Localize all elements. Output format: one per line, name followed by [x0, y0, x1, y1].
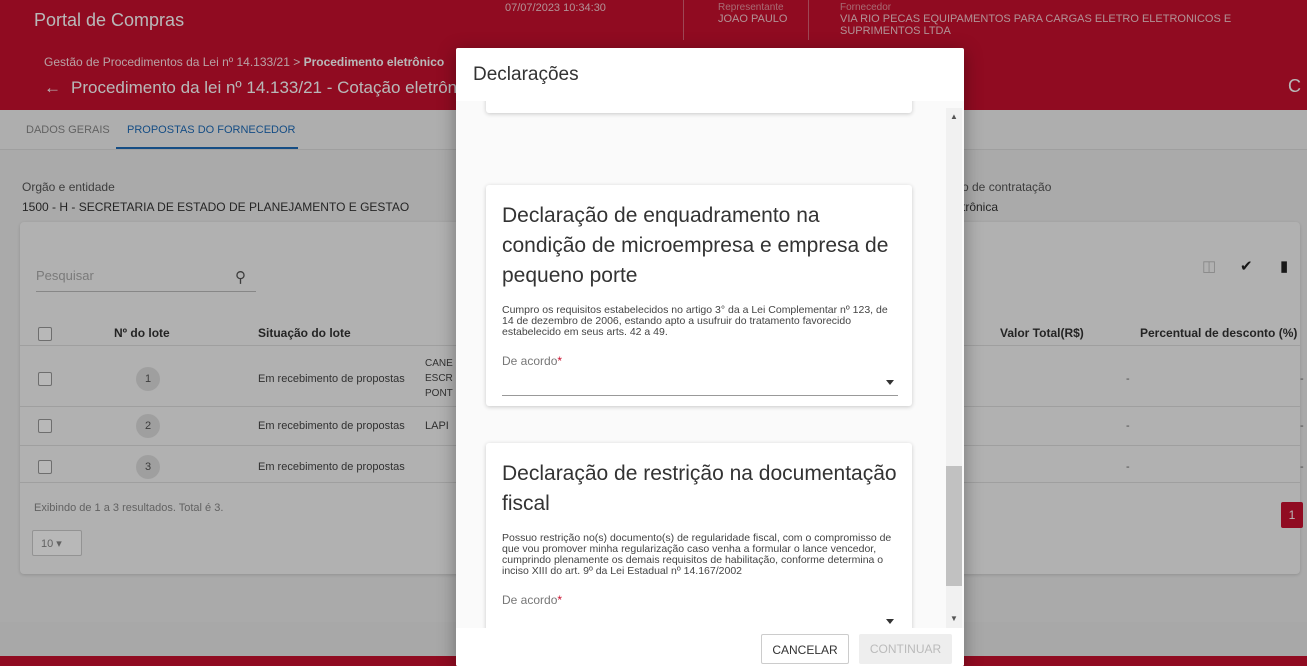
declaration-card-previous [486, 101, 912, 113]
dialog-body: Declaração de enquadramento na condição … [456, 101, 964, 666]
scroll-up-icon[interactable]: ▲ [946, 110, 962, 124]
required-mark: * [557, 593, 563, 607]
continue-button[interactable]: CONTINUAR [859, 634, 952, 664]
declaration-text: Cumpro os requisitos estabelecidos no ar… [502, 304, 888, 338]
required-mark: * [557, 354, 563, 368]
cancel-button[interactable]: CANCELAR [761, 634, 849, 664]
dialog-title: Declarações [473, 64, 579, 85]
declaration-card: Declaração de enquadramento na condição … [486, 185, 912, 406]
declaracoes-dialog: Declarações Declaração de enquadramento … [456, 48, 964, 666]
dialog-actions: CANCELAR CONTINUAR [456, 628, 964, 666]
declaration-text: Possuo restrição no(s) documento(s) de r… [502, 532, 892, 577]
agreement-label-text: De acordo [502, 354, 558, 368]
dialog-scrollbar-thumb[interactable] [946, 466, 962, 586]
scroll-down-icon[interactable]: ▼ [946, 612, 962, 626]
agreement-label: De acordo* [502, 354, 896, 368]
declaration-title: Declaração de enquadramento na condição … [502, 204, 889, 287]
agreement-select[interactable] [502, 374, 898, 396]
declaration-title: Declaração de restrição na documentação … [502, 462, 897, 515]
dropdown-caret-icon [886, 380, 894, 385]
agreement-label-text: De acordo [502, 593, 558, 607]
dropdown-caret-icon [886, 619, 894, 624]
agreement-label: De acordo* [502, 593, 896, 607]
